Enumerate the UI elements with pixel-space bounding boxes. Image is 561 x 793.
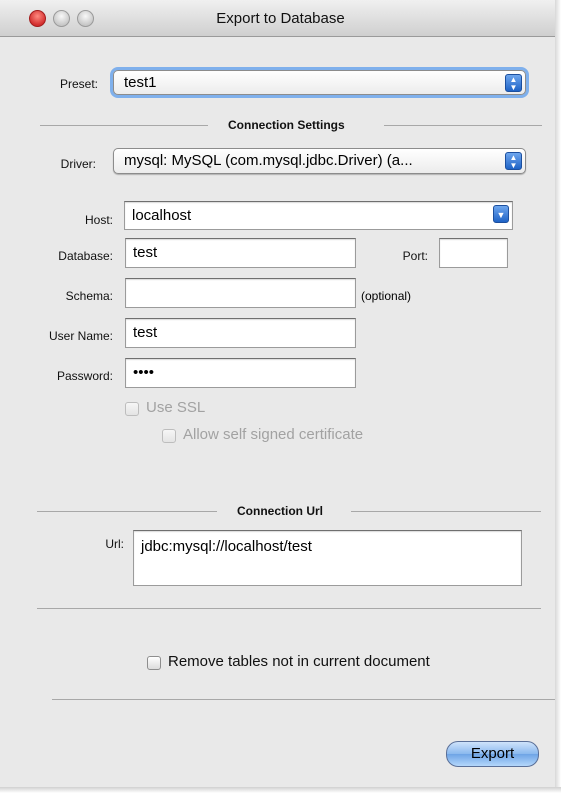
preset-select[interactable]: test1 ▲ ▼ (113, 70, 526, 95)
use-ssl-checkbox[interactable] (125, 402, 139, 416)
password-label: Password: (56, 369, 113, 383)
port-input[interactable] (447, 244, 507, 261)
preset-stepper-icon: ▲ ▼ (505, 74, 522, 92)
export-button[interactable]: Export (446, 741, 539, 767)
window-title: Export to Database (216, 10, 345, 27)
schema-field[interactable] (125, 278, 356, 308)
user-name-input[interactable] (133, 324, 355, 341)
port-field[interactable] (439, 238, 508, 268)
connection-url-title: Connection Url (237, 504, 323, 518)
schema-optional-hint: (optional) (361, 289, 412, 303)
window-shadow-bottom (0, 787, 561, 793)
schema-input[interactable] (133, 284, 355, 301)
url-text-area[interactable]: jdbc:mysql://localhost/test (133, 530, 522, 586)
password-input[interactable] (133, 364, 355, 381)
use-ssl-label: Use SSL (146, 399, 206, 416)
port-label: Port: (402, 249, 428, 263)
remove-tables-checkbox[interactable] (147, 656, 161, 670)
database-input[interactable] (133, 244, 355, 261)
connection-settings-title: Connection Settings (228, 118, 345, 132)
user-name-field[interactable] (125, 318, 356, 348)
chevron-down-icon[interactable]: ▼ (493, 205, 509, 223)
url-value: jdbc:mysql://localhost/test (141, 538, 312, 555)
separator-url-bottom (37, 608, 541, 609)
host-combobox[interactable]: localhost ▼ (124, 201, 513, 230)
allow-self-signed-checkbox[interactable] (162, 429, 176, 443)
preset-value: test1 (124, 74, 157, 91)
url-separator-left (37, 511, 217, 512)
url-label: Url: (105, 537, 124, 551)
driver-stepper-icon: ▲ ▼ (505, 152, 522, 170)
separator-bottom (52, 699, 555, 700)
host-value: localhost (132, 207, 192, 224)
schema-label: Schema: (65, 289, 113, 303)
title-bar: Export to Database (0, 0, 561, 37)
remove-tables-label: Remove tables not in current document (168, 653, 430, 670)
password-field[interactable] (125, 358, 356, 388)
database-field[interactable] (125, 238, 356, 268)
driver-label: Driver: (60, 157, 96, 171)
database-label: Database: (58, 249, 113, 263)
host-label: Host: (84, 213, 113, 227)
user-name-label: User Name: (48, 329, 113, 343)
driver-select[interactable]: mysql: MySQL (com.mysql.jdbc.Driver) (a.… (113, 148, 526, 174)
driver-value: mysql: MySQL (com.mysql.jdbc.Driver) (a.… (124, 152, 413, 169)
preset-label: Preset: (59, 77, 98, 91)
separator-right (384, 125, 542, 126)
window-shadow-right (555, 0, 561, 793)
url-separator-right (351, 511, 541, 512)
separator-left (40, 125, 208, 126)
allow-self-signed-label: Allow self signed certificate (183, 426, 364, 443)
